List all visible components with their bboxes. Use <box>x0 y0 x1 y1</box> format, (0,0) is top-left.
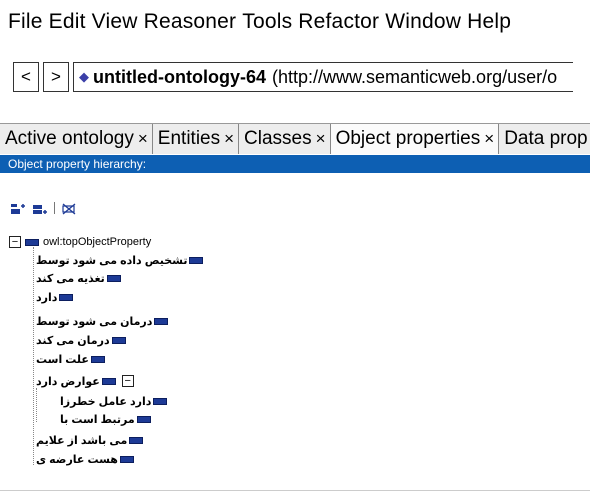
ontology-iri: (http://www.semanticweb.org/user/o <box>271 66 558 87</box>
tree-item-nested[interactable]: دارد عامل خطرزا <box>60 394 168 408</box>
menu-window[interactable]: Window <box>385 10 461 34</box>
close-icon[interactable]: × <box>484 129 494 149</box>
tree-item-label: هست عارضه ی <box>36 453 118 466</box>
tree-item-label: دارد عامل خطرزا <box>60 395 152 408</box>
object-property-icon <box>136 415 151 423</box>
tab-data-properties[interactable]: Data prop <box>499 124 590 154</box>
tree-item[interactable]: عوارض دارد − <box>36 374 134 388</box>
close-icon[interactable]: × <box>224 129 234 149</box>
tab-object-properties[interactable]: Object properties × <box>330 124 500 154</box>
tree-connector <box>36 388 37 422</box>
tree-item-label: تشخیص داده می شود توسط <box>36 254 188 267</box>
tree-item-nested[interactable]: مرتبط است با <box>60 412 151 426</box>
object-property-icon <box>90 355 105 363</box>
tab-label: Classes <box>244 128 312 149</box>
tree-item[interactable]: هست عارضه ی <box>36 452 134 466</box>
tab-label: Object properties <box>335 128 481 149</box>
tree-connector <box>33 247 34 465</box>
tab-active-ontology[interactable]: Active ontology × <box>0 124 153 154</box>
tree-item-label: عوارض دارد <box>36 375 100 388</box>
tree-root-row[interactable]: − owl:topObjectProperty <box>9 235 151 249</box>
tab-label: Data prop <box>504 128 588 149</box>
add-sibling-property-icon[interactable] <box>32 202 48 214</box>
panel-bottom-border <box>0 490 590 491</box>
back-button[interactable]: < <box>13 62 39 92</box>
object-property-icon <box>153 397 168 405</box>
object-property-icon <box>106 274 121 282</box>
menu-help[interactable]: Help <box>467 10 511 34</box>
close-icon[interactable]: × <box>138 129 148 149</box>
tree-item-label: تغذیه می کند <box>36 272 105 285</box>
tab-label: Entities <box>157 128 221 149</box>
menu-view[interactable]: View <box>92 10 138 34</box>
object-property-icon <box>25 238 39 246</box>
collapse-toggle[interactable]: − <box>121 375 134 387</box>
tab-entities[interactable]: Entities × <box>152 124 240 154</box>
object-property-icon <box>189 256 204 264</box>
tab-label: Active ontology <box>5 128 134 149</box>
object-property-icon <box>119 455 134 463</box>
ontology-name: untitled-ontology-64 <box>93 66 266 87</box>
close-icon[interactable]: × <box>316 129 326 149</box>
tree-item[interactable]: می باشد از علایم <box>36 433 144 447</box>
tree-item-label: دارد <box>36 291 58 304</box>
object-property-icon <box>154 317 169 325</box>
tab-classes[interactable]: Classes × <box>239 124 331 154</box>
tab-bar: Active ontology × Entities × Classes × O… <box>0 123 590 154</box>
tree-item[interactable]: تشخیص داده می شود توسط <box>36 253 204 267</box>
menu-reasoner[interactable]: Reasoner <box>144 10 237 34</box>
tree-item-label: می باشد از علایم <box>36 434 128 447</box>
object-property-icon <box>101 377 116 385</box>
tree-item[interactable]: علت است <box>36 352 105 366</box>
tree-item[interactable]: درمان می شود توسط <box>36 314 169 328</box>
menu-bar: File Edit View Reasoner Tools Refactor W… <box>0 0 590 44</box>
tree-item-label: علت است <box>36 353 89 366</box>
hierarchy-toolbar <box>10 198 77 218</box>
add-sub-property-icon[interactable] <box>10 202 26 214</box>
view-title-bar: Object property hierarchy: <box>0 155 590 173</box>
tree-item[interactable]: درمان می کند <box>36 333 126 347</box>
view-title: Object property hierarchy: <box>8 157 147 171</box>
menu-refactor[interactable]: Refactor <box>298 10 379 34</box>
collapse-toggle[interactable]: − <box>9 236 21 248</box>
delete-property-icon[interactable] <box>61 202 77 215</box>
tree-item[interactable]: تغذیه می کند <box>36 271 121 285</box>
tree-item-label: درمان می شود توسط <box>36 315 153 328</box>
navigation-bar: < > ◆ untitled-ontology-64 (http://www.s… <box>13 62 573 92</box>
menu-file[interactable]: File <box>8 10 43 34</box>
object-property-icon <box>59 293 74 301</box>
ontology-diamond-icon: ◆ <box>79 69 89 84</box>
menu-tools[interactable]: Tools <box>242 10 292 34</box>
tree-item-label: مرتبط است با <box>60 413 135 426</box>
ontology-address-field[interactable]: ◆ untitled-ontology-64 (http://www.seman… <box>73 62 573 92</box>
tree-item[interactable]: دارد <box>36 290 74 304</box>
object-property-icon <box>129 436 144 444</box>
object-property-icon <box>111 336 126 344</box>
tree-item-label: درمان می کند <box>36 334 110 347</box>
menu-edit[interactable]: Edit <box>49 10 86 34</box>
forward-button[interactable]: > <box>43 62 69 92</box>
toolbar-separator <box>54 202 55 214</box>
tree-item-label: owl:topObjectProperty <box>43 236 152 248</box>
